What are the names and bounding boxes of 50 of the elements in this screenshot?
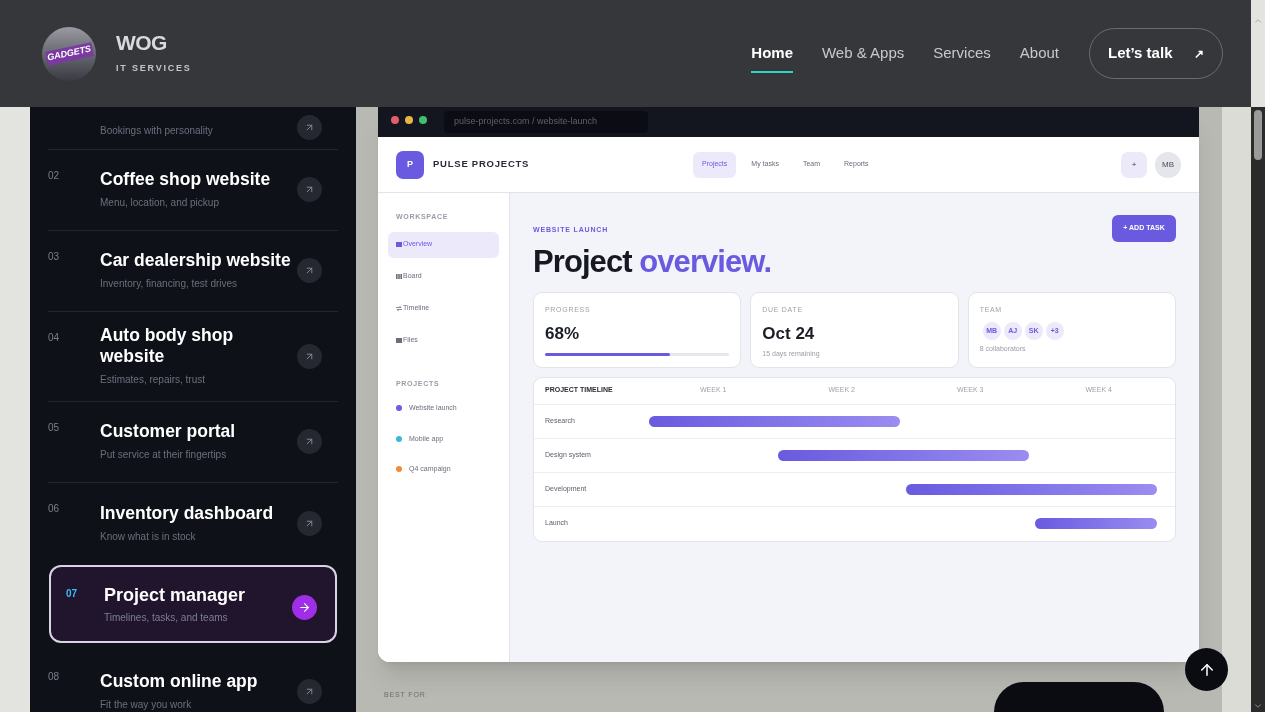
project-item[interactable]: 04 Auto body shop website Estimates, repairs, trust <box>48 311 338 402</box>
nav-link[interactable]: Home <box>751 34 793 73</box>
item-title: Custom online app <box>100 671 259 692</box>
nav-link[interactable]: About <box>1019 34 1059 73</box>
item-number: 03 <box>48 249 61 264</box>
nav-link[interactable]: Web & Apps <box>822 34 905 73</box>
item-title: Project manager <box>104 583 247 606</box>
item-title: Car dealership website <box>100 250 292 272</box>
item-title: Coffee shop website <box>100 169 272 191</box>
due-date-value: Oct 24 <box>762 323 816 345</box>
item-title: Auto body shop website <box>100 325 235 368</box>
project-item[interactable]: 05 Customer portal Put service at their fingertips <box>48 401 338 483</box>
project-item[interactable]: 07 Project manager Timelines, tasks, and teams <box>49 564 337 643</box>
item-title: Customer portal <box>100 421 237 443</box>
item-subtitle: Fit the way you work <box>100 698 193 712</box>
arrows-icon <box>396 306 402 311</box>
progress-value: 68% <box>545 323 581 345</box>
columns-icon <box>396 274 402 279</box>
item-number: 08 <box>48 670 61 684</box>
globe-logo: GADGETS <box>42 26 96 81</box>
project-item[interactable]: 02 Coffee shop website Menu, location, and pickup <box>48 149 338 231</box>
item-number: 02 <box>48 168 61 183</box>
item-subtitle: Timelines, tasks, and teams <box>104 610 229 625</box>
item-subtitle: Bookings with personality <box>100 123 214 138</box>
item-number: 06 <box>48 501 61 516</box>
user-avatar[interactable]: MB <box>1155 151 1181 178</box>
item-subtitle: Know what is in stock <box>100 529 197 544</box>
item-number: 05 <box>48 420 61 435</box>
scroll-thumb[interactable] <box>1254 110 1262 160</box>
item-title: Inventory dashboard <box>100 502 275 524</box>
project-item[interactable]: 06 Inventory dashboard Know what is in stock <box>48 482 338 564</box>
brand-name: WOG <box>116 31 168 53</box>
scroll-down-icon[interactable] <box>1253 701 1263 711</box>
project-item[interactable]: 03 Car dealership website Inventory, financing, test drives <box>48 230 338 312</box>
project-item[interactable]: 08 Custom online app Fit the way you work <box>48 651 338 712</box>
item-subtitle: Inventory, financing, test drives <box>100 277 239 292</box>
app-logo: P <box>396 150 424 179</box>
grid-icon <box>396 242 402 247</box>
app-name: PULSE PROJECTS <box>433 157 531 172</box>
grid-icon <box>396 338 402 343</box>
nav-link[interactable]: Services <box>933 34 991 73</box>
item-subtitle: Put service at their fingertips <box>100 448 228 463</box>
brand-tagline: IT SERVICES <box>116 61 192 75</box>
item-number: 07 <box>66 586 79 601</box>
item-number: 04 <box>48 330 61 345</box>
page-title: Project overview. <box>533 243 772 280</box>
item-subtitle: Menu, location, and pickup <box>100 196 220 211</box>
cta-button[interactable] <box>994 682 1164 712</box>
add-button[interactable]: + <box>1121 151 1147 178</box>
item-subtitle: Estimates, repairs, trust <box>100 373 207 388</box>
